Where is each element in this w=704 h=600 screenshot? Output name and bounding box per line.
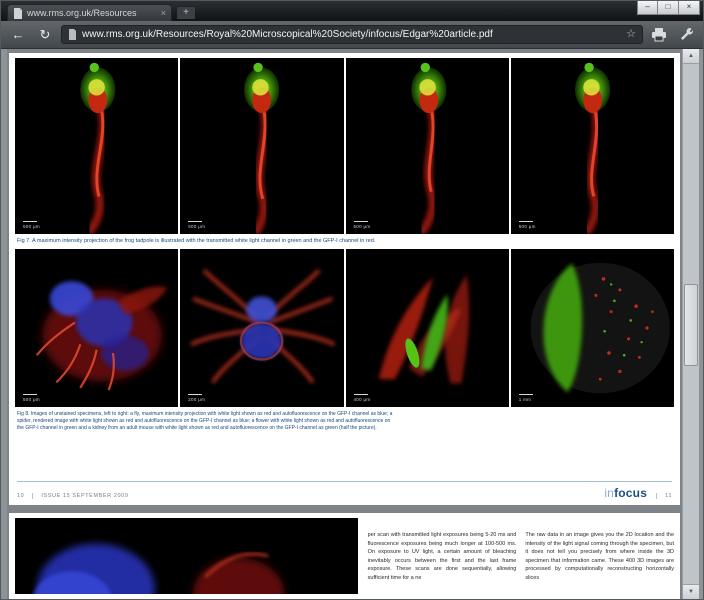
figure8-caption: Fig 8. Images of unstained specimens, le…	[15, 407, 397, 436]
tab-title: www.rms.org.uk/Resources	[27, 8, 157, 18]
scrollbar-thumb[interactable]	[684, 284, 698, 366]
maximize-button[interactable]: □	[658, 1, 679, 15]
scale-bar: 200 μm	[188, 394, 205, 402]
wrench-icon	[679, 27, 694, 42]
scale-bar: 1 mm	[519, 394, 533, 402]
back-button[interactable]: ←	[7, 25, 29, 45]
pdf-page-12: per scan with transmitted light exposure…	[9, 513, 680, 599]
footer-issue-text: ISSUE 15 SEPTEMBER 2009	[32, 493, 128, 499]
scale-bar: 400 μm	[354, 394, 371, 402]
tab-close-icon[interactable]: ×	[161, 9, 166, 18]
figure8-panel: 500 μm	[15, 249, 674, 407]
browser-tab[interactable]: www.rms.org.uk/Resources ×	[7, 4, 172, 21]
scale-bar: 500 μm	[23, 394, 40, 402]
article-column-1: per scan with transmitted light exposure…	[368, 531, 517, 594]
page-footer: 10 ISSUE 15 SEPTEMBER 2009 infocus 11	[17, 481, 672, 500]
printer-icon	[651, 28, 667, 42]
figure7-caption: Fig 7. A maximum intensity projection of…	[15, 234, 674, 249]
footer-page-number-left: 10	[17, 493, 24, 499]
tadpole-image-2: 500 μm	[180, 58, 343, 234]
page-icon	[68, 29, 77, 40]
article-text: per scan with transmitted light exposure…	[368, 518, 674, 594]
bookmark-star-icon[interactable]: ☆	[626, 29, 636, 40]
title-bar: www.rms.org.uk/Resources × + – □ ×	[1, 1, 703, 21]
scale-bar: 500 μm	[188, 221, 205, 229]
tab-favicon-icon	[13, 8, 23, 19]
flower-image: 400 μm	[346, 249, 509, 407]
scale-bar: 500 μm	[354, 221, 371, 229]
infocus-logo: infocus	[604, 486, 647, 500]
pdf-viewer: 500 μm 500 μm	[1, 49, 703, 599]
address-bar[interactable]: www.rms.org.uk/Resources/Royal%20Microsc…	[61, 25, 643, 44]
tadpole-image-3: 500 μm	[346, 58, 509, 234]
minimize-button[interactable]: –	[637, 1, 658, 15]
figure7-panel: 500 μm 500 μm	[15, 58, 674, 234]
print-button[interactable]	[648, 25, 670, 45]
spider-image: 200 μm	[180, 249, 343, 407]
footer-page-number-right: 11	[656, 493, 672, 499]
close-button[interactable]: ×	[679, 1, 700, 15]
tools-menu-button[interactable]	[675, 25, 697, 45]
window-controls: – □ ×	[637, 1, 700, 15]
tadpole-image-4: 500 μm	[511, 58, 674, 234]
scroll-down-button[interactable]: ▼	[683, 584, 699, 599]
scale-bar: 500 μm	[23, 221, 40, 229]
browser-toolbar: ← ↻ www.rms.org.uk/Resources/Royal%20Mic…	[1, 21, 703, 49]
fly-image: 500 μm	[15, 249, 178, 407]
new-tab-button[interactable]: +	[177, 7, 195, 19]
scroll-up-button[interactable]: ▲	[683, 49, 699, 64]
vertical-scrollbar[interactable]: ▲ ▼	[682, 49, 699, 599]
url-text: www.rms.org.uk/Resources/Royal%20Microsc…	[82, 29, 621, 40]
browser-window: www.rms.org.uk/Resources × + – □ × ← ↻ w…	[0, 0, 704, 600]
refresh-button[interactable]: ↻	[34, 25, 56, 45]
tadpole-image-1: 500 μm	[15, 58, 178, 234]
article-column-2: The raw data in an image gives you the 2…	[525, 531, 674, 594]
pdf-page-10: 500 μm 500 μm	[9, 53, 680, 505]
scale-bar: 500 μm	[519, 221, 536, 229]
fly-closeup-image	[15, 518, 358, 594]
pdf-document: 500 μm 500 μm	[7, 49, 682, 599]
kidney-image: 1 mm	[511, 249, 674, 407]
